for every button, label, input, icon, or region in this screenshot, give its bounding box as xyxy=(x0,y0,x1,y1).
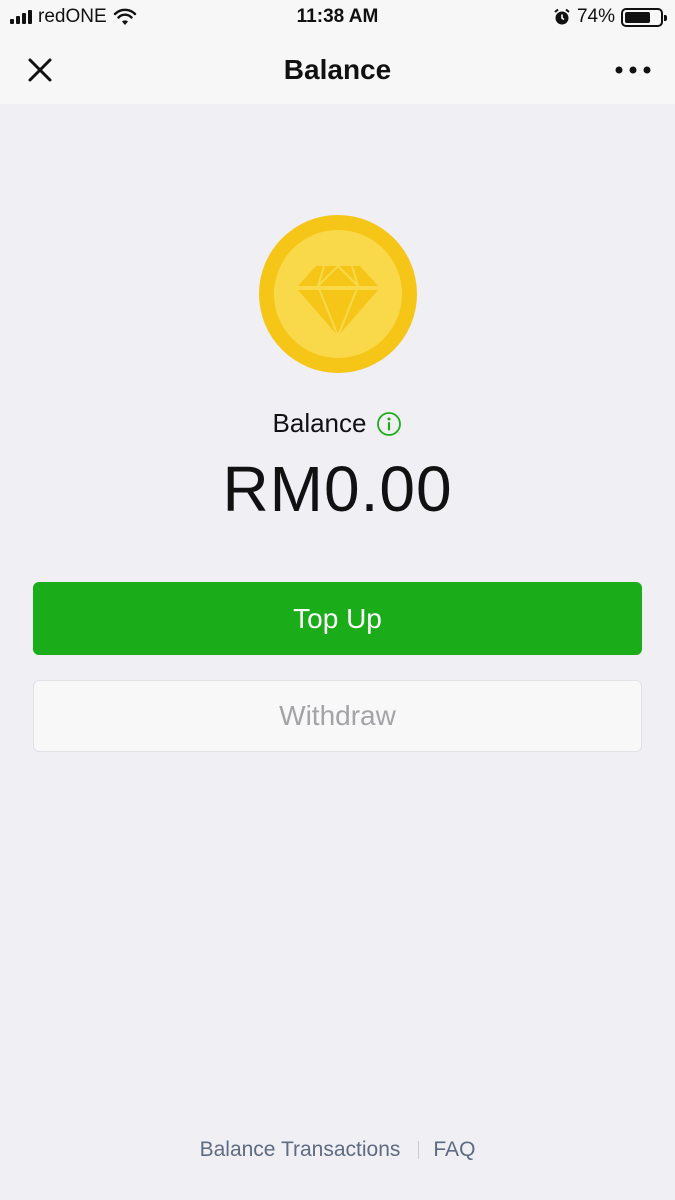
battery-percent: 74% xyxy=(576,6,615,27)
nav-bar: Balance xyxy=(0,34,675,104)
footer-links: Balance Transactions FAQ xyxy=(0,1138,675,1162)
balance-label: Balance xyxy=(272,408,367,438)
balance-label-row: Balance xyxy=(0,408,675,439)
page-title: Balance xyxy=(283,54,392,85)
faq-link[interactable]: FAQ xyxy=(433,1138,475,1162)
battery-level-fill xyxy=(625,11,650,23)
footer-divider xyxy=(418,1141,420,1159)
withdraw-button[interactable]: Withdraw xyxy=(33,680,642,752)
alarm-icon xyxy=(554,8,570,25)
balance-transactions-link[interactable]: Balance Transactions xyxy=(200,1138,401,1162)
diamond-coin-icon xyxy=(259,215,417,373)
status-right: 74% xyxy=(553,6,667,28)
balance-amount: RM0.00 xyxy=(222,453,453,525)
info-icon[interactable] xyxy=(376,411,402,437)
battery-icon xyxy=(621,7,667,27)
more-icon[interactable] xyxy=(613,58,653,82)
top-up-button[interactable]: Top Up xyxy=(33,582,642,655)
status-bar: redONE 11:38 AM 74% xyxy=(0,0,675,34)
